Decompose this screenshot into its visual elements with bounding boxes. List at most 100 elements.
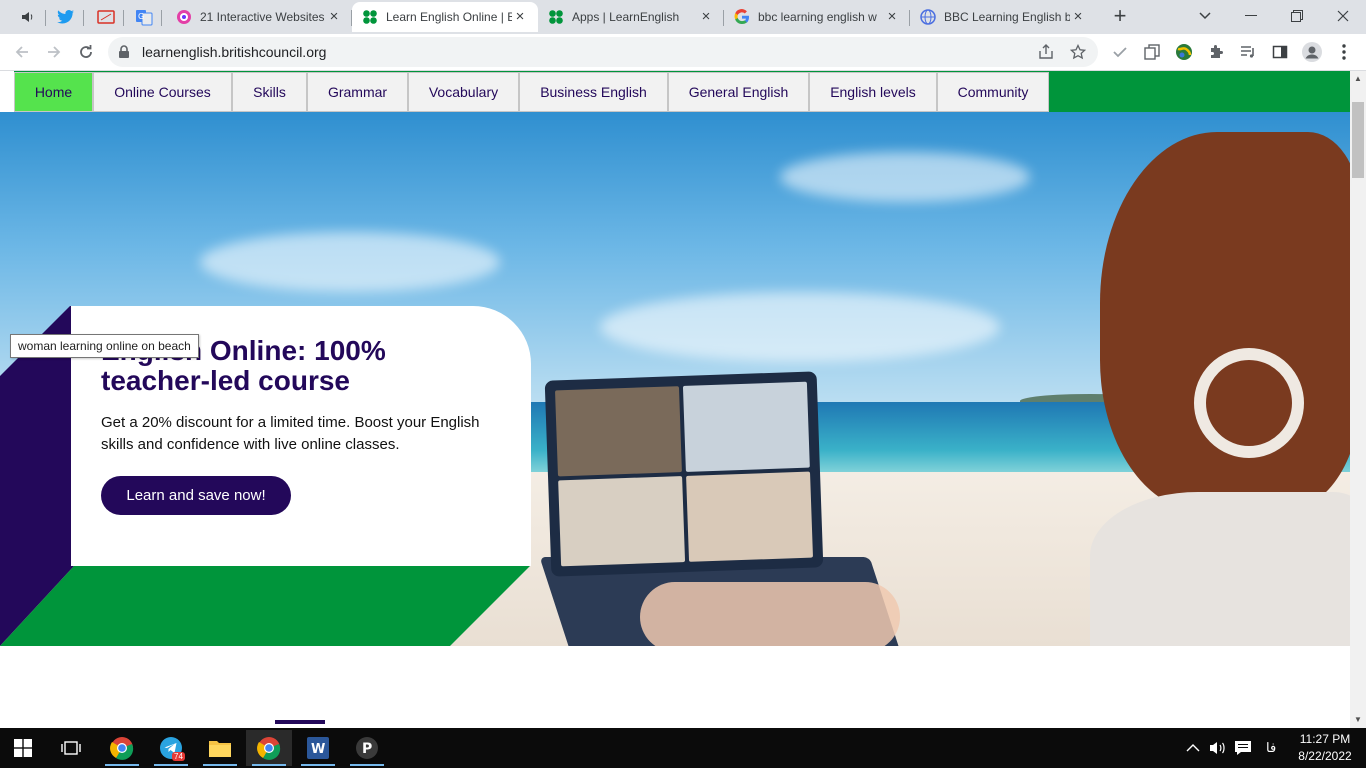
close-tab-icon[interactable]: ×: [326, 9, 342, 25]
image-alt-tooltip: woman learning online on beach: [10, 334, 199, 358]
profile-button[interactable]: [1302, 42, 1322, 62]
pinned-tab-cast[interactable]: [88, 4, 124, 30]
reload-icon: [80, 45, 92, 58]
scroll-down-icon[interactable]: ▼: [1350, 712, 1366, 728]
notifications-button[interactable]: [1234, 728, 1252, 768]
taskbar-chrome-2[interactable]: [246, 730, 292, 766]
new-tab-button[interactable]: +: [1107, 4, 1133, 30]
pinned-tab-twitter[interactable]: [48, 4, 84, 30]
message-icon: [1235, 741, 1251, 755]
word-icon: W: [307, 737, 329, 759]
scrollbar-thumb[interactable]: [1352, 102, 1364, 178]
laptop-video-call: [544, 371, 824, 577]
taskbar-telegram[interactable]: 74: [148, 730, 194, 766]
hero-banner: English Online: 100% teacher-led course …: [0, 112, 1350, 646]
svg-text:W: W: [311, 742, 325, 757]
tab-title: BBC Learning English b: [944, 10, 1070, 24]
media-controls-button[interactable]: [1238, 42, 1258, 62]
google-icon: [734, 9, 749, 25]
section-indicator: [275, 720, 325, 724]
cast-icon: [97, 10, 115, 24]
extension-globe-button[interactable]: [1174, 42, 1194, 62]
taskbar-word[interactable]: W: [295, 730, 341, 766]
learn-and-save-button[interactable]: Learn and save now!: [101, 476, 291, 515]
nav-grammar[interactable]: Grammar: [307, 72, 408, 112]
tab-strip: G 21 Interactive Websites × Learn Englis…: [0, 0, 1366, 34]
tab-apps-learnenglish[interactable]: Apps | LearnEnglish ×: [538, 2, 724, 32]
side-panel-button[interactable]: [1270, 42, 1290, 62]
restore-icon: [1291, 10, 1303, 22]
close-tab-icon[interactable]: ×: [698, 9, 714, 25]
taskbar-psiphon[interactable]: P: [344, 730, 390, 766]
tab-title: Learn English Online | B: [386, 10, 512, 24]
chrome-icon: [257, 737, 281, 760]
system-clock[interactable]: 11:27 PM 8/22/2022: [1290, 731, 1360, 765]
close-tab-icon[interactable]: ×: [884, 9, 900, 25]
extension-check-button[interactable]: [1110, 42, 1130, 62]
telegram-unread-badge: 74: [172, 752, 185, 761]
clock-time: 11:27 PM: [1299, 732, 1351, 746]
show-hidden-icons-button[interactable]: [1186, 728, 1200, 768]
close-tab-icon[interactable]: ×: [1070, 9, 1086, 25]
lock-icon[interactable]: [118, 45, 130, 59]
speaker-icon: [22, 12, 33, 22]
close-tab-icon[interactable]: ×: [512, 9, 528, 25]
earring: [1194, 348, 1304, 458]
nav-community[interactable]: Community: [937, 72, 1049, 112]
tab-title: 21 Interactive Websites: [200, 10, 325, 24]
scroll-up-icon[interactable]: ▲: [1350, 71, 1366, 87]
arrow-left-icon: [15, 46, 28, 58]
tab-interactive-websites[interactable]: 21 Interactive Websites ×: [166, 2, 352, 32]
tab-bbc-learning[interactable]: BBC Learning English b ×: [910, 2, 1096, 32]
restore-button[interactable]: [1274, 0, 1320, 32]
green-accent-shape: [0, 566, 530, 646]
windows-taskbar: 74 W P فا 11:27 PM 8/22/2022: [0, 728, 1366, 768]
chevron-up-icon: [1186, 744, 1200, 752]
clock-date: 8/22/2022: [1298, 749, 1352, 763]
arrow-right-icon: [48, 46, 61, 58]
taskbar-file-explorer[interactable]: [197, 730, 243, 766]
volume-icon: [1210, 742, 1225, 754]
tab-learn-english-online[interactable]: Learn English Online | B ×: [352, 2, 538, 32]
hero-description: Get a 20% discount for a limited time. B…: [101, 414, 480, 453]
bookmark-button[interactable]: [1068, 42, 1088, 62]
pinned-tab-audio[interactable]: [10, 4, 46, 30]
volume-button[interactable]: [1209, 728, 1227, 768]
british-council-icon: [363, 10, 377, 24]
nav-home[interactable]: Home: [14, 72, 93, 112]
avatar-icon: [1302, 42, 1322, 62]
side-panel-icon: [1272, 45, 1288, 59]
minimize-button[interactable]: [1228, 0, 1274, 32]
tab-bbc-search[interactable]: bbc learning english w ×: [724, 2, 910, 32]
nav-online-courses[interactable]: Online Courses: [93, 72, 232, 112]
nav-vocabulary[interactable]: Vocabulary: [408, 72, 519, 112]
back-button[interactable]: [10, 40, 34, 64]
close-icon: [1337, 10, 1349, 22]
address-bar[interactable]: learnenglish.britishcouncil.org: [108, 37, 1098, 67]
close-window-button[interactable]: [1320, 0, 1366, 32]
nav-general-english[interactable]: General English: [668, 72, 809, 112]
task-view-button[interactable]: [48, 730, 94, 766]
start-button[interactable]: [0, 730, 46, 766]
reload-button[interactable]: [74, 40, 98, 64]
folder-icon: [209, 741, 231, 757]
forward-button[interactable]: [42, 40, 66, 64]
tab-title: bbc learning english w: [758, 10, 877, 24]
share-button[interactable]: [1036, 42, 1056, 62]
extensions-button[interactable]: [1206, 42, 1226, 62]
page-scrollbar[interactable]: ▲ ▼: [1350, 71, 1366, 728]
nav-business-english[interactable]: Business English: [519, 72, 668, 112]
nav-english-levels[interactable]: English levels: [809, 72, 937, 112]
input-language-button[interactable]: فا: [1266, 728, 1276, 768]
checkmark-icon: [1113, 47, 1127, 58]
twitter-icon: [57, 10, 74, 24]
chrome-menu-button[interactable]: [1334, 42, 1354, 62]
pinned-tab-translate[interactable]: G: [126, 4, 162, 30]
tab-search-button[interactable]: [1182, 0, 1228, 32]
taskbar-chrome-1[interactable]: [99, 730, 145, 766]
british-council-icon: [549, 10, 563, 24]
url-text[interactable]: learnenglish.britishcouncil.org: [142, 44, 326, 60]
svg-text:P: P: [362, 741, 372, 757]
nav-skills[interactable]: Skills: [232, 72, 307, 112]
extension-copy-button[interactable]: [1142, 42, 1162, 62]
